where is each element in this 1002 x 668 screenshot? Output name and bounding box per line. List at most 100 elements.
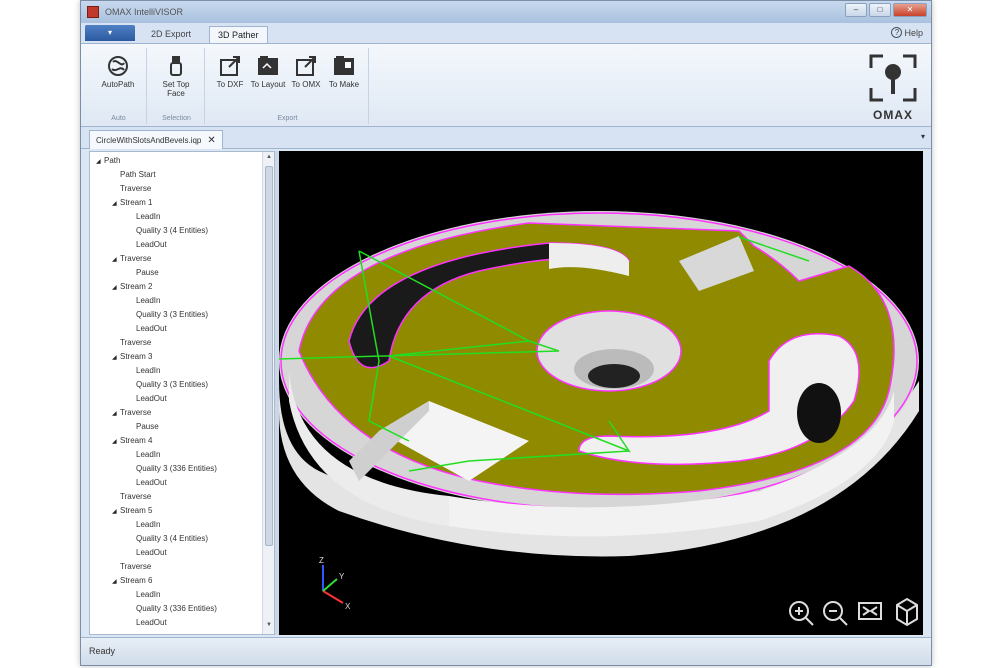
maximize-button[interactable]: □ xyxy=(869,3,891,17)
to-omx-button[interactable]: To OMX xyxy=(287,50,325,106)
export-arrow-icon xyxy=(296,56,316,76)
omax-logo: OMAX xyxy=(865,50,921,122)
scroll-thumb[interactable] xyxy=(265,166,273,546)
title-bar[interactable]: OMAX IntelliVISOR – □ ✕ xyxy=(81,1,931,23)
tree-item[interactable]: ◢ Path xyxy=(96,154,120,168)
tree-item-label: LeadOut xyxy=(136,240,167,249)
autopath-label: AutoPath xyxy=(101,80,135,89)
help-label: Help xyxy=(904,27,923,38)
document-tab[interactable]: CircleWithSlotsAndBevels.iqp ✕ xyxy=(89,130,223,149)
tab-3d-pather[interactable]: 3D Pather xyxy=(209,26,268,43)
tree-item[interactable]: LeadIn xyxy=(128,294,160,308)
to-make-button[interactable]: To Make xyxy=(325,50,363,106)
autopath-button[interactable]: AutoPath xyxy=(99,50,137,106)
tree-item-label: Stream 5 xyxy=(120,506,153,515)
tree-item[interactable]: LeadOut xyxy=(128,322,167,336)
expander-icon[interactable]: ◢ xyxy=(112,281,120,295)
help-icon: ? xyxy=(891,27,903,38)
set-top-face-button[interactable]: Set Top Face xyxy=(157,50,195,106)
tree-item[interactable]: LeadOut xyxy=(128,476,167,490)
tree-item[interactable]: ◢ Stream 6 xyxy=(112,574,152,588)
tree-item[interactable]: Traverse xyxy=(112,336,151,350)
3d-viewport[interactable]: Z Y X xyxy=(279,151,923,635)
tree-item[interactable]: Traverse xyxy=(112,490,151,504)
tree-item[interactable]: LeadIn xyxy=(128,588,160,602)
expander-icon[interactable]: ◢ xyxy=(112,351,120,365)
tree-item-label: LeadOut xyxy=(136,618,167,627)
tree-item-label: LeadIn xyxy=(136,450,161,459)
tree-item[interactable]: LeadIn xyxy=(128,448,160,462)
tree-item[interactable]: LeadIn xyxy=(128,364,160,378)
help-button[interactable]: ? Help xyxy=(891,27,923,38)
tree-item[interactable]: ◢ Stream 3 xyxy=(112,350,152,364)
document-tab-bar: CircleWithSlotsAndBevels.iqp ✕ ▾ xyxy=(81,127,931,149)
ribbon-tab-bar: ▾ 2D Export 3D Pather ? Help xyxy=(81,23,931,43)
window-controls: – □ ✕ xyxy=(845,3,927,17)
tree-item[interactable]: ◢ Traverse xyxy=(112,406,151,420)
zoom-in-icon[interactable] xyxy=(789,601,814,626)
tree-item-label: Traverse xyxy=(120,492,152,501)
expander-icon[interactable]: ◢ xyxy=(112,253,120,267)
tree-item[interactable]: Pause xyxy=(128,420,159,434)
tree-item[interactable]: LeadOut xyxy=(128,616,167,630)
tree-item[interactable]: Quality 3 (336 Entities) xyxy=(128,462,217,476)
tab-2d-export[interactable]: 2D Export xyxy=(143,26,199,43)
expander-icon[interactable]: ◢ xyxy=(112,505,120,519)
expander-icon[interactable]: ◢ xyxy=(96,155,104,169)
expander-icon[interactable]: ◢ xyxy=(112,435,120,449)
view-cube-icon[interactable] xyxy=(896,597,918,627)
app-menu-button[interactable]: ▾ xyxy=(85,25,135,41)
tree-item[interactable]: LeadIn xyxy=(128,518,160,532)
tree-item[interactable]: ◢ Stream 4 xyxy=(112,434,152,448)
tree-item[interactable]: Pause xyxy=(128,266,159,280)
tree-item[interactable]: ◢ Stream 5 xyxy=(112,504,152,518)
tree-item[interactable]: Traverse xyxy=(112,560,151,574)
3d-model-view[interactable]: Z Y X xyxy=(279,151,923,635)
expander-icon[interactable]: ◢ xyxy=(112,197,120,211)
tab-list-dropdown-icon[interactable]: ▾ xyxy=(921,132,925,141)
tree-item-label: Quality 3 (336 Entities) xyxy=(136,464,217,473)
tree-scrollbar[interactable]: ▲ ▼ xyxy=(262,152,274,634)
tree-item[interactable]: LeadOut xyxy=(128,392,167,406)
tree-item[interactable]: LeadIn xyxy=(128,210,160,224)
tree-item[interactable]: Quality 3 (336 Entities) xyxy=(128,602,217,616)
tree-item[interactable]: Quality 3 (4 Entities) xyxy=(128,532,208,546)
tree-item-label: Quality 3 (336 Entities) xyxy=(136,604,217,613)
zoom-out-icon[interactable] xyxy=(823,601,848,626)
tree-item-label: LeadOut xyxy=(136,394,167,403)
tree-item[interactable]: ◢ Stream 2 xyxy=(112,280,152,294)
tree-item[interactable]: Quality 3 (3 Entities) xyxy=(128,378,208,392)
tree-item-label: Path Start xyxy=(120,170,156,179)
to-layout-button[interactable]: To Layout xyxy=(249,50,287,106)
layout-icon xyxy=(258,56,278,75)
tree-item[interactable]: LeadOut xyxy=(128,238,167,252)
to-layout-label: To Layout xyxy=(250,80,286,89)
zoom-extents-icon[interactable] xyxy=(858,602,882,620)
minimize-button[interactable]: – xyxy=(845,3,867,17)
document-tab-label: CircleWithSlotsAndBevels.iqp xyxy=(96,135,202,145)
path-tree[interactable]: ▲ ▼ ◢ Path Path Start Traverse ◢ Stream 1 Lead… xyxy=(89,151,275,635)
tree-item-label: Stream 3 xyxy=(120,352,153,361)
tree-item-label: LeadIn xyxy=(136,366,161,375)
axis-y-label: Y xyxy=(339,572,345,581)
tree-item[interactable]: Quality 3 (3 Entities) xyxy=(128,308,208,322)
axis-triad: Z Y X xyxy=(319,556,351,611)
close-button[interactable]: ✕ xyxy=(893,3,927,17)
ribbon-group-label: Auto xyxy=(111,115,126,122)
expander-icon[interactable]: ◢ xyxy=(112,575,120,589)
scroll-up-icon[interactable]: ▲ xyxy=(264,154,274,164)
expander-icon[interactable]: ◢ xyxy=(112,407,120,421)
tree-item[interactable]: Path Start xyxy=(112,168,156,182)
status-bar: Ready xyxy=(81,637,931,665)
scroll-down-icon[interactable]: ▼ xyxy=(264,622,274,632)
close-tab-icon[interactable]: ✕ xyxy=(207,132,215,149)
to-dxf-label: To DXF xyxy=(216,80,244,89)
tree-item[interactable]: Quality 3 (4 Entities) xyxy=(128,224,208,238)
to-dxf-button[interactable]: To DXF xyxy=(211,50,249,106)
tree-item[interactable]: LeadOut xyxy=(128,546,167,560)
tree-item-label: Traverse xyxy=(120,184,152,193)
tree-item[interactable]: ◢ Stream 1 xyxy=(112,196,152,210)
tree-item[interactable]: ◢ Traverse xyxy=(112,252,151,266)
tree-item[interactable]: Traverse xyxy=(112,182,151,196)
tree-item-label: LeadIn xyxy=(136,520,161,529)
